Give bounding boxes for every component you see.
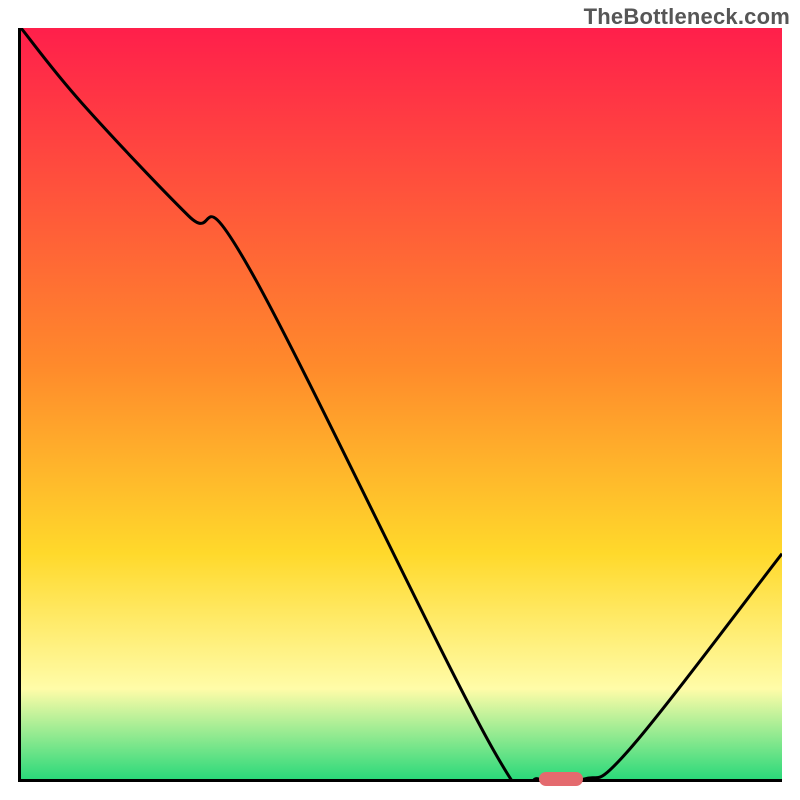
chart-stage: TheBottleneck.com xyxy=(0,0,800,800)
watermark-text: TheBottleneck.com xyxy=(584,4,790,30)
optimal-marker xyxy=(539,772,583,786)
plot-area xyxy=(18,28,782,782)
plot-inner xyxy=(21,28,782,779)
bottleneck-curve xyxy=(21,28,782,779)
